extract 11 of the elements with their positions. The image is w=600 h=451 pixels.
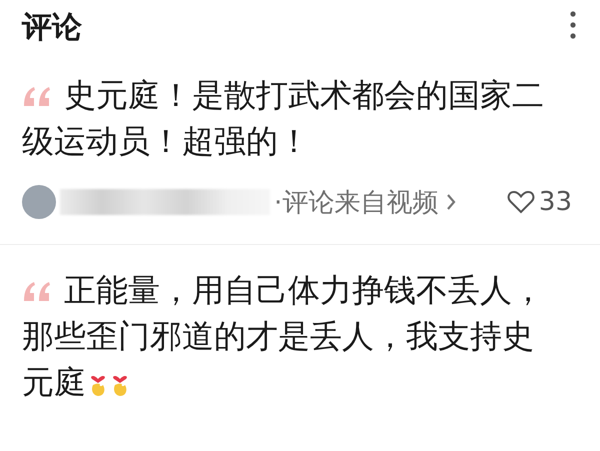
more-options-icon[interactable] — [568, 10, 578, 40]
quote-mark-icon — [22, 281, 52, 303]
comment-text: 正能量，用自己体力挣钱不丢人，那些歪门邪道的才是丢人，我支持史元庭 — [22, 270, 545, 403]
heart-icon[interactable] — [506, 190, 535, 214]
comment-text: 史元庭！是散打武术都会的国家二级运动员！超强的！ — [22, 75, 545, 162]
page-title: 评论 — [22, 8, 82, 46]
avatar[interactable] — [22, 185, 56, 219]
comment-source[interactable]: ·评论来自视频 — [274, 184, 438, 220]
like-count: 33 — [538, 187, 572, 217]
quote-mark-icon — [22, 86, 52, 108]
chevron-right-icon[interactable] — [446, 193, 456, 211]
